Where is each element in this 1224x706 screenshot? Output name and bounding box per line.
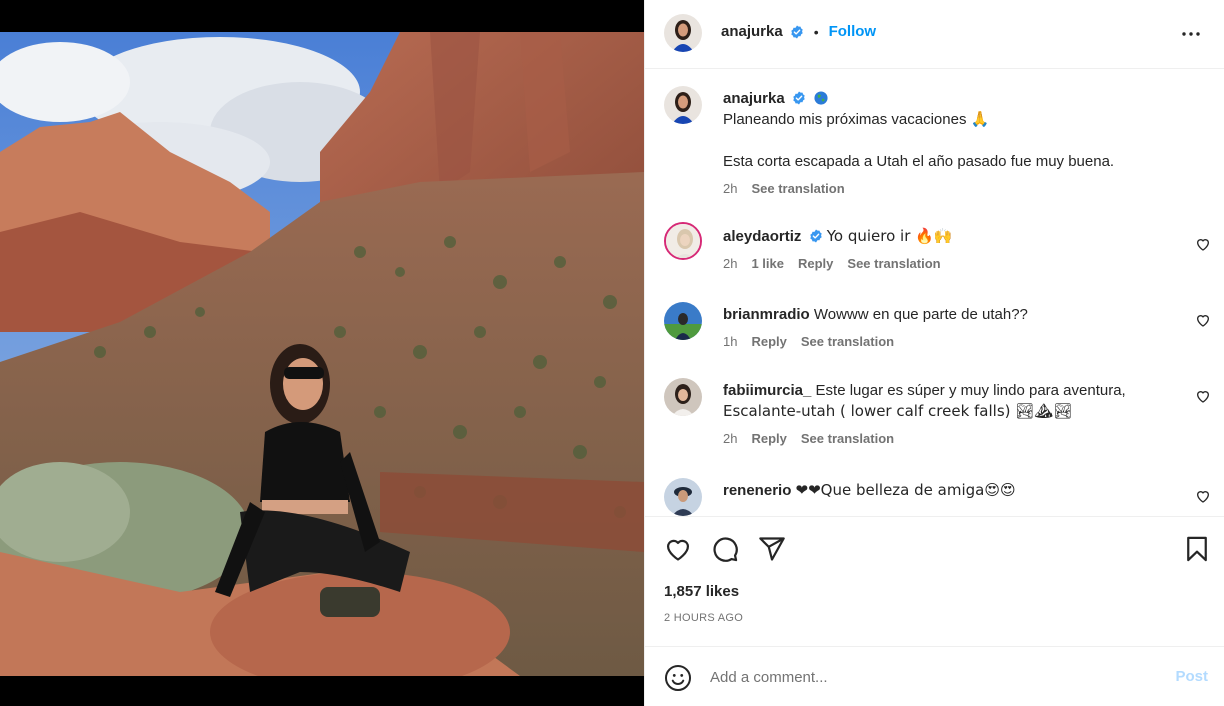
commenter-avatar[interactable] bbox=[664, 302, 702, 340]
reply-button[interactable]: Reply bbox=[751, 331, 786, 352]
avatar-image bbox=[664, 302, 702, 340]
author-username[interactable]: anajurka bbox=[721, 23, 783, 40]
comment-time: 1h bbox=[723, 334, 738, 349]
comment-text: ❤❤Que belleza de amiga😍😍 bbox=[795, 481, 1016, 499]
follow-button[interactable]: Follow bbox=[829, 23, 877, 40]
verified-badge-icon bbox=[809, 229, 822, 243]
avatar-image bbox=[664, 86, 702, 124]
emoji-icon[interactable] bbox=[664, 664, 692, 692]
avatar-image bbox=[664, 14, 702, 52]
comment-meta: 1h Reply See translation bbox=[723, 331, 1185, 352]
verified-badge-icon bbox=[793, 91, 805, 105]
caption-avatar[interactable] bbox=[664, 86, 702, 124]
separator-dot: • bbox=[813, 23, 819, 40]
comment-username[interactable]: renenerio bbox=[723, 482, 791, 499]
commenter-avatar[interactable] bbox=[664, 222, 702, 260]
like-comment-heart-icon[interactable] bbox=[1195, 488, 1211, 504]
caption-line-2: Esta corta escapada a Utah el año pasado… bbox=[723, 153, 1115, 170]
comment-body: brianmradio Wowww en que parte de utah??… bbox=[723, 304, 1185, 352]
avatar-image bbox=[664, 378, 702, 416]
reply-button[interactable]: Reply bbox=[798, 253, 833, 274]
globe-icon bbox=[814, 91, 828, 105]
caption-username[interactable]: anajurka bbox=[723, 90, 785, 107]
share-icon[interactable] bbox=[758, 535, 786, 563]
more-options-icon[interactable] bbox=[1179, 22, 1203, 46]
comment-input[interactable] bbox=[710, 665, 1150, 689]
comment-text: Yo quiero ir 🔥🙌 bbox=[826, 227, 953, 245]
post-details-panel: anajurka • Follow anajurka Planeando mis… bbox=[644, 0, 1224, 706]
bookmark-icon[interactable] bbox=[1183, 535, 1211, 563]
see-translation-button[interactable]: See translation bbox=[801, 331, 894, 352]
comment-username[interactable]: aleydaortiz bbox=[723, 228, 801, 245]
see-translation-button[interactable]: See translation bbox=[801, 428, 894, 449]
comment-body: renenerio ❤❤Que belleza de amiga😍😍 bbox=[723, 480, 1185, 501]
comment-meta: 2h 1 like Reply See translation bbox=[723, 253, 1185, 274]
caption-body: anajurka Planeando mis próximas vacacion… bbox=[723, 88, 1185, 199]
caption-see-translation[interactable]: See translation bbox=[751, 178, 844, 199]
caption-meta: 2h See translation bbox=[723, 178, 1185, 199]
comment-username[interactable]: fabiimurcia_ bbox=[723, 382, 811, 399]
heart-icon[interactable] bbox=[664, 535, 692, 563]
author-row: anajurka • Follow bbox=[721, 23, 876, 40]
post-photo bbox=[0, 0, 644, 706]
like-comment-heart-icon[interactable] bbox=[1195, 388, 1211, 404]
commenter-avatar[interactable] bbox=[664, 478, 702, 516]
comment-body: aleydaortiz Yo quiero ir 🔥🙌 2h 1 like Re… bbox=[723, 226, 1185, 274]
like-comment-heart-icon[interactable] bbox=[1195, 312, 1211, 328]
reply-button[interactable]: Reply bbox=[751, 428, 786, 449]
post-header: anajurka • Follow bbox=[645, 0, 1224, 69]
caption-line-1: Planeando mis próximas vacaciones 🙏 bbox=[723, 111, 990, 128]
post-actions: 1,857 likes 2 HOURS AGO bbox=[645, 516, 1224, 646]
comment-text-continued: Escalante-utah ( lower calf creek falls)… bbox=[723, 402, 1073, 420]
post-image bbox=[0, 32, 644, 676]
comment-meta: 2h Reply See translation bbox=[723, 428, 1185, 449]
comment-text: Este lugar es súper y muy lindo para ave… bbox=[815, 382, 1126, 399]
post-comment-button[interactable]: Post bbox=[1175, 668, 1208, 685]
comment-time: 2h bbox=[723, 431, 738, 446]
post-timestamp: 2 HOURS AGO bbox=[664, 612, 744, 624]
avatar-image bbox=[666, 224, 700, 258]
comment-text: Wowww en que parte de utah?? bbox=[813, 306, 1028, 323]
comment-body: fabiimurcia_ Este lugar es súper y muy l… bbox=[723, 380, 1185, 449]
caption-time: 2h bbox=[723, 181, 738, 196]
comment-username[interactable]: brianmradio bbox=[723, 306, 810, 323]
add-comment-bar: Post bbox=[645, 646, 1224, 706]
see-translation-button[interactable]: See translation bbox=[847, 253, 940, 274]
commenter-avatar[interactable] bbox=[664, 378, 702, 416]
like-comment-heart-icon[interactable] bbox=[1195, 236, 1211, 252]
verified-badge-icon bbox=[791, 25, 803, 38]
author-avatar[interactable] bbox=[664, 14, 702, 52]
comment-icon[interactable] bbox=[711, 535, 739, 563]
instagram-post-modal: anajurka • Follow anajurka Planeando mis… bbox=[0, 0, 1224, 706]
comments-list[interactable]: anajurka Planeando mis próximas vacacion… bbox=[645, 70, 1224, 516]
comment-likes[interactable]: 1 like bbox=[751, 253, 784, 274]
likes-count[interactable]: 1,857 likes bbox=[664, 583, 739, 600]
comment-time: 2h bbox=[723, 256, 738, 271]
avatar-image bbox=[664, 478, 702, 516]
